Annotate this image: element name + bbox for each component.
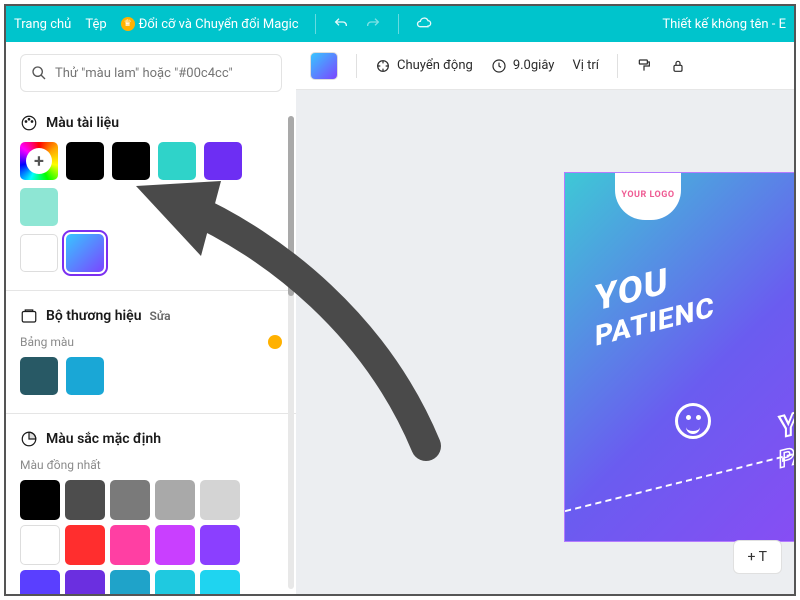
document-title[interactable]: Thiết kế không tên - E: [662, 17, 786, 32]
color-search[interactable]: [20, 54, 282, 92]
default-colors-title: Màu sắc mặc định: [46, 431, 161, 447]
clock-icon: [491, 58, 507, 74]
animate-label: Chuyển động: [397, 58, 473, 73]
duration-label: 9.0giây: [513, 58, 555, 73]
context-toolbar: Chuyển động 9.0giây Vị trí: [296, 42, 794, 90]
color-swatch[interactable]: [20, 570, 60, 594]
home-link[interactable]: Trang chủ: [14, 17, 71, 32]
color-swatch[interactable]: [155, 570, 195, 594]
default-colors-section: Màu sắc mặc định Màu đồng nhất: [20, 430, 282, 594]
color-swatch[interactable]: [65, 570, 105, 594]
color-swatch[interactable]: [200, 480, 240, 520]
position-button[interactable]: Vị trí: [572, 58, 599, 73]
color-swatch[interactable]: [65, 525, 105, 565]
canvas[interactable]: YOUR LOGO YOU PATIENC YO PATIE + T: [296, 90, 794, 594]
color-swatch[interactable]: [155, 525, 195, 565]
resize-magic-button[interactable]: ♛ Đổi cỡ và Chuyển đổi Magic: [121, 17, 299, 32]
crown-icon: ♛: [121, 17, 135, 31]
palette-icon: [20, 114, 38, 132]
position-label: Vị trí: [572, 58, 599, 73]
document-colors-section: Màu tài liệu: [20, 114, 282, 272]
color-swatch[interactable]: [66, 142, 104, 180]
color-swatch-gradient[interactable]: [66, 234, 104, 272]
palette2-icon: [20, 430, 38, 448]
format-painter-button[interactable]: [636, 58, 652, 74]
color-search-input[interactable]: [55, 66, 271, 81]
brand-swatches: [20, 357, 282, 395]
outline-line: YO: [779, 395, 794, 446]
lock-button[interactable]: [670, 58, 686, 74]
solid-label: Màu đồng nhất: [20, 458, 101, 472]
top-bar: Trang chủ Tệp ♛ Đổi cỡ và Chuyển đổi Mag…: [6, 6, 794, 42]
document-swatches: [20, 142, 282, 226]
design-page[interactable]: YOUR LOGO YOU PATIENC YO PATIE: [564, 172, 794, 542]
color-swatch[interactable]: [20, 525, 60, 565]
color-swatch[interactable]: [158, 142, 196, 180]
dashed-line: [564, 443, 794, 514]
add-page-button[interactable]: + T: [733, 540, 783, 574]
color-swatch[interactable]: [200, 525, 240, 565]
undo-icon[interactable]: [332, 15, 350, 33]
brand-kit-title: Bộ thương hiệu: [46, 308, 142, 324]
color-swatch[interactable]: [200, 570, 240, 594]
color-swatch[interactable]: [66, 357, 104, 395]
animate-button[interactable]: Chuyển động: [375, 58, 473, 74]
logo-placeholder[interactable]: YOUR LOGO: [615, 172, 681, 220]
default-swatches: [20, 480, 282, 594]
brand-icon: [20, 307, 38, 325]
color-swatch[interactable]: [204, 142, 242, 180]
pro-badge-icon: [268, 335, 282, 349]
separator: [315, 14, 316, 34]
palette-label: Bảng màu: [20, 335, 74, 349]
scrollbar-thumb[interactable]: [288, 116, 294, 296]
color-swatch[interactable]: [20, 480, 60, 520]
color-swatch[interactable]: [155, 480, 195, 520]
file-menu[interactable]: Tệp: [85, 17, 106, 32]
add-color-button[interactable]: [20, 142, 58, 180]
color-swatch[interactable]: [110, 480, 150, 520]
divider: [6, 413, 296, 414]
separator: [398, 14, 399, 34]
lock-icon: [670, 58, 686, 74]
redo-icon[interactable]: [364, 15, 382, 33]
brand-kit-section: Bộ thương hiệu Sửa Bảng màu: [20, 307, 282, 395]
color-swatch[interactable]: [65, 480, 105, 520]
headline-text[interactable]: YOU PATIENC: [595, 248, 715, 353]
duration-button[interactable]: 9.0giây: [491, 58, 555, 74]
search-icon: [31, 65, 47, 81]
outline-text[interactable]: YO PATIE: [779, 395, 794, 474]
color-swatch[interactable]: [112, 142, 150, 180]
cloud-sync-icon[interactable]: [415, 15, 433, 33]
document-colors-title: Màu tài liệu: [46, 115, 119, 131]
color-swatch[interactable]: [20, 357, 58, 395]
roller-icon: [636, 58, 652, 74]
separator: [617, 54, 618, 78]
scrollbar[interactable]: [288, 116, 294, 589]
separator: [356, 54, 357, 78]
fill-color-button[interactable]: [310, 52, 338, 80]
motion-icon: [375, 58, 391, 74]
smile-icon[interactable]: [675, 403, 711, 439]
color-swatch[interactable]: [110, 525, 150, 565]
color-panel: Màu tài liệu Bộ thương hiệu Sửa: [6, 42, 296, 594]
resize-label: Đổi cỡ và Chuyển đổi Magic: [139, 17, 299, 32]
color-swatch-white[interactable]: [20, 234, 58, 272]
divider: [6, 290, 296, 291]
color-swatch[interactable]: [20, 188, 58, 226]
brand-edit-link[interactable]: Sửa: [150, 309, 282, 323]
color-swatch[interactable]: [110, 570, 150, 594]
